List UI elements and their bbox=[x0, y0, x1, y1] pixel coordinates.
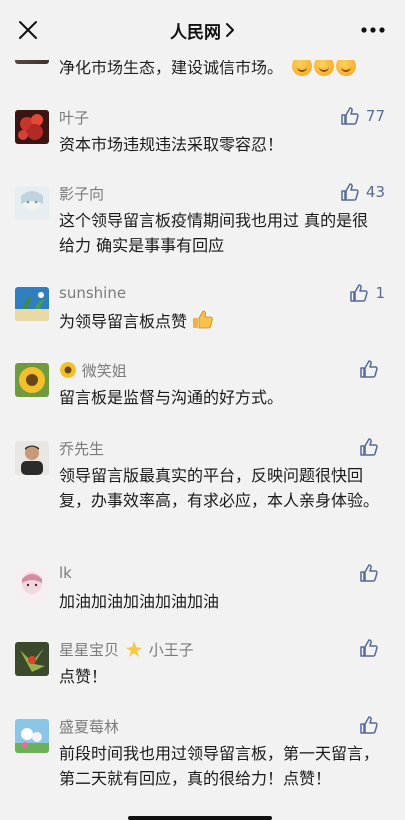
commenter-name: sunshine bbox=[59, 284, 127, 302]
like-button[interactable]: 77 bbox=[340, 106, 385, 126]
nav-bar: 人民网 bbox=[0, 0, 405, 60]
avatar[interactable] bbox=[15, 287, 49, 321]
avatar[interactable] bbox=[15, 110, 49, 144]
like-count: 1 bbox=[375, 284, 385, 302]
avatar[interactable] bbox=[15, 363, 49, 397]
commenter-name: 星星宝贝 小王子 bbox=[59, 641, 194, 659]
commenter-name: lk bbox=[59, 564, 72, 582]
sunflower-icon bbox=[60, 362, 76, 378]
chevron-right-icon bbox=[226, 23, 234, 37]
like-button[interactable]: 1 bbox=[349, 283, 385, 303]
thumbs-up-icon bbox=[360, 360, 378, 378]
comment-text: 领导留言版最真实的平台，反映问题很快回复，办事效率高，有求必应，本人亲身体验。 bbox=[59, 466, 380, 510]
comment-text: 留言板是监督与沟通的好方式。 bbox=[59, 388, 284, 407]
like-button[interactable] bbox=[359, 638, 385, 658]
avatar[interactable] bbox=[15, 642, 49, 676]
like-button[interactable] bbox=[359, 437, 385, 457]
avatar[interactable] bbox=[15, 441, 49, 475]
like-button[interactable] bbox=[359, 715, 385, 735]
sparkle-star-icon bbox=[125, 641, 142, 657]
thumbs-up-icon bbox=[350, 284, 369, 302]
avatar[interactable] bbox=[15, 567, 49, 601]
thumbs-up-icon bbox=[360, 639, 378, 657]
thumbs-up-emoji-icon bbox=[193, 310, 213, 329]
like-button[interactable]: 43 bbox=[340, 182, 385, 202]
page-title[interactable]: 人民网 bbox=[170, 18, 235, 43]
close-icon[interactable] bbox=[14, 16, 42, 44]
thumbs-up-icon bbox=[341, 183, 359, 201]
comment-text: 点赞！ bbox=[59, 667, 108, 686]
avatar[interactable] bbox=[15, 186, 49, 220]
thumbs-up-icon bbox=[360, 438, 378, 456]
comment-list: 净化市场生态，建设诚信市场。 叶子 77 资本市场违规违法采取零容忍！ 影子向 … bbox=[0, 0, 405, 820]
comment-text: 为领导留言板点赞 bbox=[59, 309, 379, 334]
comment-text: 这个领导留言板疫情期间我也用过 真的是很给力 确实是事事有回应 bbox=[59, 211, 369, 255]
thumbs-up-icon bbox=[341, 107, 359, 125]
avatar[interactable] bbox=[15, 719, 49, 753]
like-button[interactable] bbox=[359, 563, 385, 583]
commenter-name: 乔先生 bbox=[59, 440, 105, 458]
commenter-name: 影子向 bbox=[59, 185, 105, 203]
home-indicator bbox=[128, 816, 272, 820]
comment-text: 前段时间我也用过领导留言板，第一天留言，第二天就有回应，真的很给力！点赞！ bbox=[59, 744, 380, 788]
commenter-name: 叶子 bbox=[59, 109, 90, 127]
commenter-name: 微笑姐 bbox=[59, 360, 127, 381]
thumbs-up-icon bbox=[360, 564, 378, 582]
like-count: 43 bbox=[365, 183, 385, 201]
more-icon[interactable] bbox=[359, 22, 387, 38]
comment-text: 加油加油加油加油加油 bbox=[59, 592, 220, 611]
like-count: 77 bbox=[365, 107, 385, 125]
commenter-name: 盛夏莓林 bbox=[59, 718, 120, 736]
thumbs-up-icon bbox=[360, 716, 378, 734]
comment-text: 资本市场违规违法采取零容忍！ bbox=[59, 135, 284, 154]
like-button[interactable] bbox=[359, 359, 385, 379]
